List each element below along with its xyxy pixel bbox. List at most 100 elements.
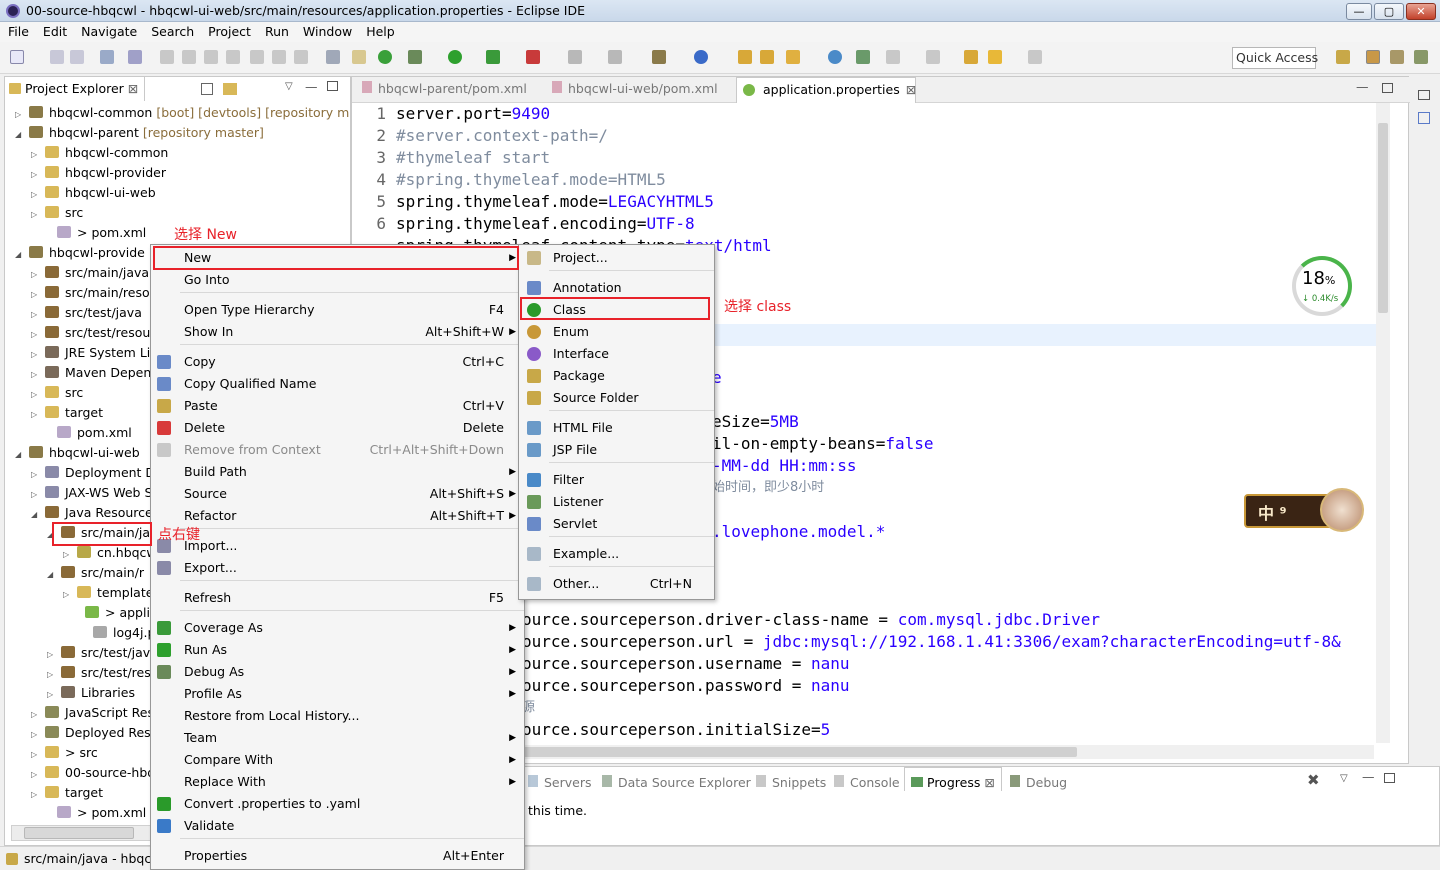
tab-application-properties[interactable]: application.properties ⊠ (736, 77, 916, 103)
menu-file[interactable]: File (8, 24, 29, 39)
menu-item-replace-with[interactable]: Replace With ▶ (151, 771, 524, 793)
tree-item[interactable]: ▷ src/test/resourc (31, 323, 162, 343)
menu-item-open-type-hierarchy[interactable]: Open Type Hierarchy F4 (151, 299, 524, 321)
tree-item[interactable]: ▷ src/test/java (47, 643, 158, 663)
terminate-icon[interactable] (204, 50, 218, 64)
menu-item-properties[interactable]: Properties Alt+Enter (151, 845, 524, 867)
expand-toggle-icon[interactable]: ▷ (31, 185, 41, 205)
tab-ui-web-pom[interactable]: hbqcwl-ui-web/pom.xml (552, 81, 718, 96)
print-icon[interactable] (100, 50, 114, 64)
tree-item[interactable]: ▷ JavaScript Reso (31, 703, 162, 723)
task-list-icon[interactable] (326, 50, 340, 64)
expand-toggle-icon[interactable]: ▷ (31, 465, 41, 485)
submenu-item-filter[interactable]: Filter (519, 469, 714, 491)
expand-toggle-icon[interactable]: ▷ (47, 685, 57, 705)
forward-icon[interactable] (1028, 50, 1042, 64)
tree-item[interactable]: ▷ > src (31, 743, 98, 763)
tree-item[interactable]: ▷ hbqcwl-provider (31, 163, 166, 183)
open-type-icon[interactable] (738, 50, 752, 64)
tree-item[interactable]: ▷ src/test/reso (47, 663, 158, 683)
menu-project[interactable]: Project (208, 24, 251, 39)
suspend-icon[interactable] (182, 50, 196, 64)
menu-item-import[interactable]: Import... (151, 535, 524, 557)
menu-edit[interactable]: Edit (43, 24, 67, 39)
tree-item[interactable]: ▷ hbqcwl-common [boot] [devtools] [reposit… (15, 103, 350, 123)
tree-item[interactable]: ▷ target (31, 403, 103, 423)
menu-item-copy[interactable]: Copy Ctrl+C (151, 351, 524, 373)
expand-toggle-icon[interactable]: ▷ (47, 665, 57, 685)
open-perspective-icon[interactable] (1336, 50, 1350, 64)
submenu-item-source-folder[interactable]: Source Folder (519, 387, 714, 409)
maximize-button[interactable]: ▢ (1374, 3, 1404, 20)
expand-toggle-icon[interactable]: ◢ (15, 125, 25, 145)
close-tab-icon[interactable]: ⊠ (906, 82, 916, 97)
tree-item[interactable]: ◢ hbqcwl-parent [repository master] (15, 123, 264, 143)
expand-toggle-icon[interactable]: ▷ (31, 165, 41, 185)
menu-item-restore-from-local-history[interactable]: Restore from Local History... (151, 705, 524, 727)
resume-icon[interactable] (160, 50, 174, 64)
menu-item-refactor[interactable]: Refactor Alt+Shift+T ▶ (151, 505, 524, 527)
expand-toggle-icon[interactable]: ▷ (31, 325, 41, 345)
new-java-project-icon[interactable] (652, 50, 666, 64)
minimize-view-icon[interactable]: — (305, 79, 318, 94)
close-tab-icon[interactable]: ⊠ (128, 81, 138, 96)
expand-toggle-icon[interactable]: ▷ (15, 105, 25, 125)
expand-toggle-icon[interactable]: ▷ (31, 205, 41, 225)
debug-perspective-icon[interactable] (1414, 50, 1428, 64)
tree-item[interactable]: ▷ src (31, 203, 83, 223)
java-perspective-icon[interactable] (1390, 50, 1404, 64)
menu-navigate[interactable]: Navigate (81, 24, 137, 39)
menu-item-team[interactable]: Team ▶ (151, 727, 524, 749)
horizontal-scrollbar[interactable] (522, 745, 1374, 759)
maximize-view-icon[interactable] (1384, 773, 1395, 783)
expand-toggle-icon[interactable]: ▷ (31, 365, 41, 385)
last-edit-icon[interactable] (964, 50, 978, 64)
menu-item-profile-as[interactable]: Profile As ▶ (151, 683, 524, 705)
scrollbar-thumb[interactable] (522, 747, 1077, 757)
menu-item-source[interactable]: Source Alt+Shift+S ▶ (151, 483, 524, 505)
step-return-icon[interactable] (294, 50, 308, 64)
submenu-item-annotation[interactable]: Annotation (519, 277, 714, 299)
tree-item[interactable]: > pom.xml (43, 803, 146, 823)
outline-icon[interactable] (1418, 112, 1430, 124)
tab-parent-pom[interactable]: hbqcwl-parent/pom.xml (362, 81, 527, 96)
tab-progress[interactable]: Progress ⊠ (904, 767, 1002, 791)
expand-toggle-icon[interactable]: ▷ (31, 765, 41, 785)
minimize-view-icon[interactable]: — (1362, 769, 1375, 784)
annotation-next-icon[interactable] (886, 50, 900, 64)
expand-toggle-icon[interactable]: ▷ (47, 645, 57, 665)
stop-icon[interactable] (568, 50, 582, 64)
tree-item[interactable]: pom.xml (43, 423, 132, 443)
submenu-item-listener[interactable]: Listener (519, 491, 714, 513)
skip-breakpoints-icon[interactable] (128, 50, 142, 64)
link-editor-icon[interactable] (223, 83, 237, 95)
maximize-view-icon[interactable] (327, 81, 338, 91)
submenu-item-interface[interactable]: Interface (519, 343, 714, 365)
expand-toggle-icon[interactable]: ◢ (15, 445, 25, 465)
tree-item[interactable]: ▷ src/test/java (31, 303, 142, 323)
submenu-item-enum[interactable]: Enum (519, 321, 714, 343)
tree-item[interactable]: ◢ hbqcwl-ui-web (15, 443, 140, 463)
tab-debug[interactable]: Debug (1010, 775, 1067, 790)
menu-search[interactable]: Search (151, 24, 194, 39)
run-icon[interactable] (448, 50, 462, 64)
menu-item-run-as[interactable]: Run As ▶ (151, 639, 524, 661)
menu-item-delete[interactable]: Delete Delete (151, 417, 524, 439)
submenu-item-html-file[interactable]: HTML File (519, 417, 714, 439)
tree-item[interactable]: > pom.xml (43, 223, 146, 243)
new-class-icon[interactable] (694, 50, 708, 64)
submenu-item-project[interactable]: Project... (519, 247, 714, 269)
tree-item[interactable]: ◢ hbqcwl-provide (15, 243, 145, 263)
minimize-button[interactable]: — (1346, 3, 1372, 20)
tab-console[interactable]: Console (834, 775, 900, 790)
tree-item[interactable]: ▷ templates (63, 583, 160, 603)
tree-item[interactable]: ▷ 00-source-hbqc (31, 763, 162, 783)
expand-toggle-icon[interactable]: ▷ (63, 545, 73, 565)
tree-item[interactable]: ▷ hbqcwl-common (31, 143, 168, 163)
tree-item[interactable]: ▷ cn.hbqcwl (63, 543, 160, 563)
coverage-icon[interactable] (486, 50, 500, 64)
game-badge[interactable]: 中 ⁹ (1238, 486, 1364, 536)
new-icon[interactable] (10, 50, 24, 64)
expand-toggle-icon[interactable]: ▷ (31, 145, 41, 165)
submenu-item-jsp-file[interactable]: JSP File (519, 439, 714, 461)
